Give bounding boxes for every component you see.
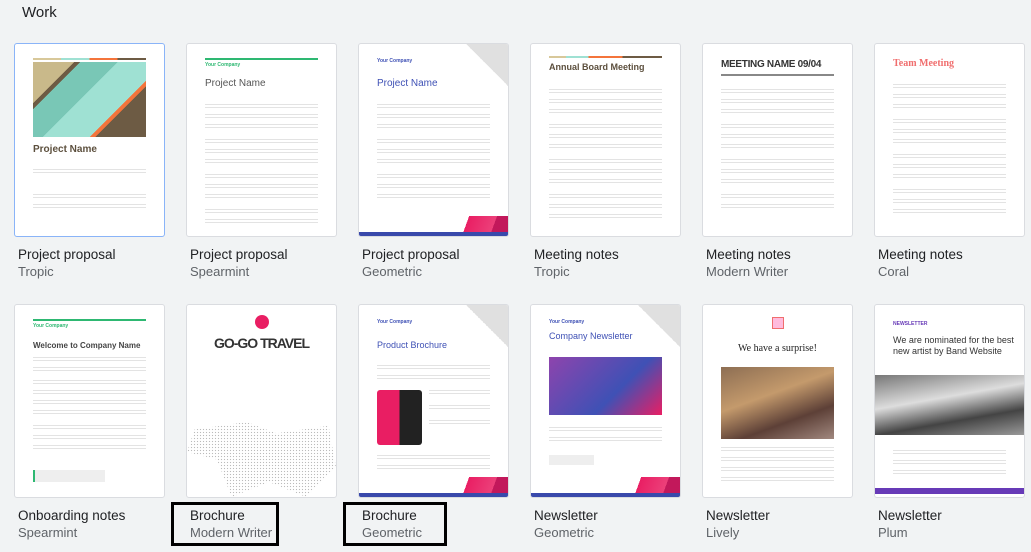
template-thumbnail[interactable]: NEWSLETTER We are nominated for the best … <box>874 304 1025 498</box>
decor <box>458 216 508 232</box>
template-card[interactable]: GO-GO TRAVEL Brochure Modern Writer <box>186 304 337 540</box>
decor <box>630 477 680 493</box>
template-style: Coral <box>878 264 910 279</box>
template-thumbnail[interactable]: Project Name <box>14 43 165 237</box>
phone-image <box>377 390 422 445</box>
template-name: Project proposal <box>190 247 288 262</box>
template-name: Newsletter <box>878 508 942 523</box>
template-name: Project proposal <box>18 247 116 262</box>
template-name: Meeting notes <box>878 247 963 262</box>
template-thumbnail[interactable]: MEETING NAME 09/04 <box>702 43 853 237</box>
template-style: Lively <box>706 525 740 540</box>
thumb-heading: Company Newsletter <box>549 331 633 341</box>
template-style: Spearmint <box>18 525 78 540</box>
template-name: Newsletter <box>706 508 770 523</box>
thumb-heading: We have a surprise! <box>738 343 817 354</box>
template-card[interactable]: Your Company Company Newsletter Newsletter… <box>530 304 681 540</box>
thumb-heading: We are nominated for the best new artist… <box>893 335 1014 356</box>
thumb-kicker: Your Company <box>205 62 241 68</box>
template-card[interactable]: Team Meeting Meeting notes Coral <box>874 43 1025 279</box>
template-name: Project proposal <box>362 247 460 262</box>
template-style: Modern Writer <box>706 264 789 279</box>
cover-image <box>33 62 146 137</box>
template-thumbnail[interactable]: Your Company Product Brochure <box>358 304 509 498</box>
template-thumbnail[interactable]: Your Company Project Name <box>186 43 337 237</box>
thumb-kicker: NEWSLETTER <box>893 321 928 327</box>
template-card[interactable]: Your Company Welcome to Company Name Onboa… <box>14 304 165 540</box>
highlight-box <box>171 502 279 546</box>
thumb-heading: Annual Board Meeting <box>549 62 645 72</box>
template-name: Meeting notes <box>534 247 619 262</box>
decor <box>359 232 508 236</box>
thumb-heading: MEETING NAME 09/04 <box>721 59 822 70</box>
template-name: Onboarding notes <box>18 508 126 523</box>
thumb-heading: Project Name <box>33 144 97 155</box>
thumb-heading: Product Brochure <box>377 340 448 350</box>
section-title: Work <box>22 4 57 21</box>
template-card[interactable]: Annual Board Meeting Meeting notes Tropic <box>530 43 681 279</box>
template-style: Geometric <box>534 525 594 540</box>
template-card[interactable]: NEWSLETTER We are nominated for the best … <box>874 304 1025 540</box>
world-map <box>187 422 336 497</box>
template-style: Tropic <box>534 264 570 279</box>
template-card[interactable]: Your Company Project Name Project proposal… <box>186 43 337 279</box>
template-style: Geometric <box>362 264 422 279</box>
template-style: Spearmint <box>190 264 250 279</box>
thumb-kicker: Your Company <box>377 58 413 64</box>
heart-icon <box>772 317 784 329</box>
decor <box>531 493 680 497</box>
template-thumbnail[interactable]: We have a surprise! <box>702 304 853 498</box>
thumb-kicker: Your Company <box>377 319 413 325</box>
template-thumbnail[interactable]: Your Company Welcome to Company Name <box>14 304 165 498</box>
thumb-heading: Team Meeting <box>893 58 955 69</box>
newsletter-image <box>549 357 662 415</box>
template-card[interactable]: We have a surprise! Newsletter Lively <box>702 304 853 540</box>
template-thumbnail[interactable]: Annual Board Meeting <box>530 43 681 237</box>
template-card[interactable]: Project Name Project proposal Tropic <box>14 43 165 279</box>
template-card[interactable]: MEETING NAME 09/04 Meeting notes Modern Wr… <box>702 43 853 279</box>
thumb-kicker: Your Company <box>33 323 69 329</box>
template-name: Newsletter <box>534 508 598 523</box>
thumb-kicker: Your Company <box>549 319 585 325</box>
template-thumbnail[interactable]: Your Company Company Newsletter <box>530 304 681 498</box>
template-style: Plum <box>878 525 908 540</box>
template-card[interactable]: Your Company Project Name Project proposal… <box>358 43 509 279</box>
template-card[interactable]: Your Company Product Brochure Brochure Geom… <box>358 304 509 540</box>
thumb-heading: Project Name <box>205 78 266 89</box>
template-thumbnail[interactable]: Team Meeting <box>874 43 1025 237</box>
template-style: Tropic <box>18 264 54 279</box>
template-thumbnail[interactable]: Your Company Project Name <box>358 43 509 237</box>
desk-photo <box>721 367 834 439</box>
highlight-box <box>343 502 447 546</box>
template-thumbnail[interactable]: GO-GO TRAVEL <box>186 304 337 498</box>
decor <box>359 493 508 497</box>
guitar-photo <box>875 375 1024 435</box>
template-name: Meeting notes <box>706 247 791 262</box>
thumb-heading: GO-GO TRAVEL <box>213 335 310 351</box>
logo-icon <box>255 315 269 329</box>
decor <box>458 477 508 493</box>
thumb-heading: Welcome to Company Name <box>33 341 141 350</box>
thumb-heading: Project Name <box>377 78 438 89</box>
